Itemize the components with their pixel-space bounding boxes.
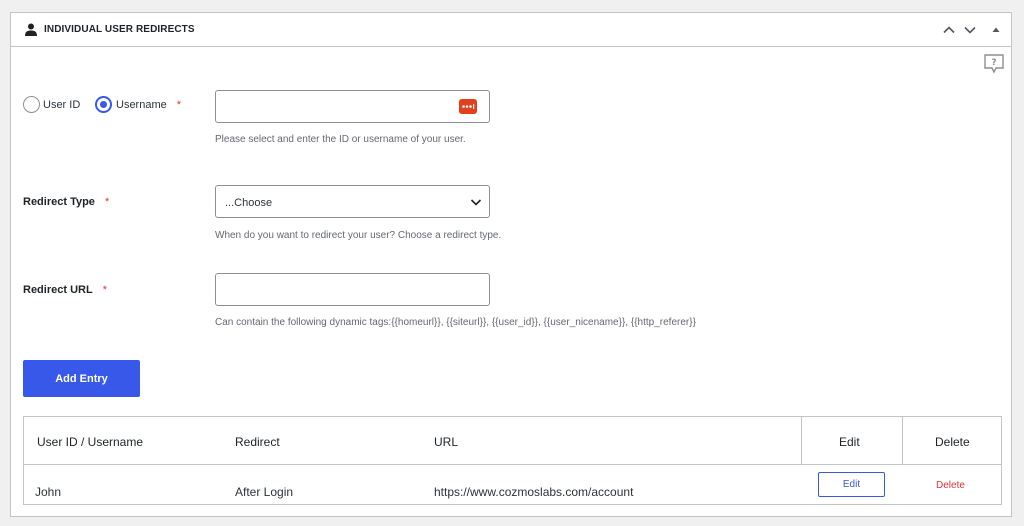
redirect-url-hint: Can contain the following dynamic tags:{… [215, 317, 696, 328]
chevron-down-icon[interactable] [962, 22, 978, 38]
chevron-up-icon[interactable] [941, 22, 957, 38]
redirect-type-label-text: Redirect Type [23, 196, 95, 208]
column-header-url[interactable]: URL [434, 435, 458, 449]
redirect-type-label: Redirect Type * [23, 196, 109, 208]
user-field-hint: Please select and enter the ID or userna… [215, 134, 466, 145]
row-url: https://www.cozmoslabs.com/account [434, 485, 634, 499]
redirect-url-label: Redirect URL * [23, 284, 107, 296]
redirect-url-input[interactable] [216, 274, 489, 305]
column-header-redirect[interactable]: Redirect [235, 435, 280, 449]
column-header-edit: Edit [839, 435, 860, 449]
redirect-type-selected: ...Choose [225, 197, 273, 209]
triangle-up-icon[interactable] [988, 22, 1004, 38]
username-label-text: Username [116, 99, 167, 111]
required-mark: * [176, 99, 182, 111]
user-id-radio[interactable] [23, 96, 40, 113]
redirect-type-select[interactable]: ...Choose [215, 185, 490, 218]
delete-link[interactable]: Delete [936, 480, 965, 491]
redirect-url-label-text: Redirect URL [23, 284, 93, 296]
help-question-icon[interactable]: ? [983, 53, 1005, 75]
column-header-user[interactable]: User ID / Username [37, 435, 143, 449]
user-id-radio-label: User ID [43, 99, 81, 111]
row-redirect: After Login [235, 485, 294, 499]
column-header-delete: Delete [935, 435, 970, 449]
redirect-type-hint: When do you want to redirect your user? … [215, 230, 502, 241]
edit-button[interactable]: Edit [818, 472, 885, 497]
table-row: John After Login https://www.cozmoslabs.… [24, 465, 1001, 505]
user-identifier-input[interactable] [216, 91, 489, 122]
username-radio[interactable] [95, 96, 112, 113]
user-icon [25, 23, 37, 36]
required-mark: * [102, 284, 107, 296]
panel-title: INDIVIDUAL USER REDIRECTS [44, 24, 195, 35]
add-entry-button[interactable]: Add Entry [23, 360, 140, 397]
table-header: User ID / Username Redirect URL Edit Del… [24, 417, 1001, 465]
row-user: John [35, 485, 62, 499]
redirect-url-field[interactable] [215, 273, 490, 306]
panel-header: INDIVIDUAL USER REDIRECTS [11, 13, 1011, 47]
required-mark: * [104, 196, 110, 208]
password-manager-icon[interactable] [459, 99, 477, 114]
user-redirects-panel: INDIVIDUAL USER REDIRECTS ? User ID User… [10, 12, 1012, 517]
user-identifier-field[interactable] [215, 90, 490, 123]
username-radio-label: Username * [116, 99, 181, 111]
column-divider [801, 417, 802, 465]
redirects-table: User ID / Username Redirect URL Edit Del… [23, 416, 1002, 505]
svg-text:?: ? [991, 58, 996, 68]
chevron-down-icon [470, 199, 482, 206]
column-divider [902, 417, 903, 465]
